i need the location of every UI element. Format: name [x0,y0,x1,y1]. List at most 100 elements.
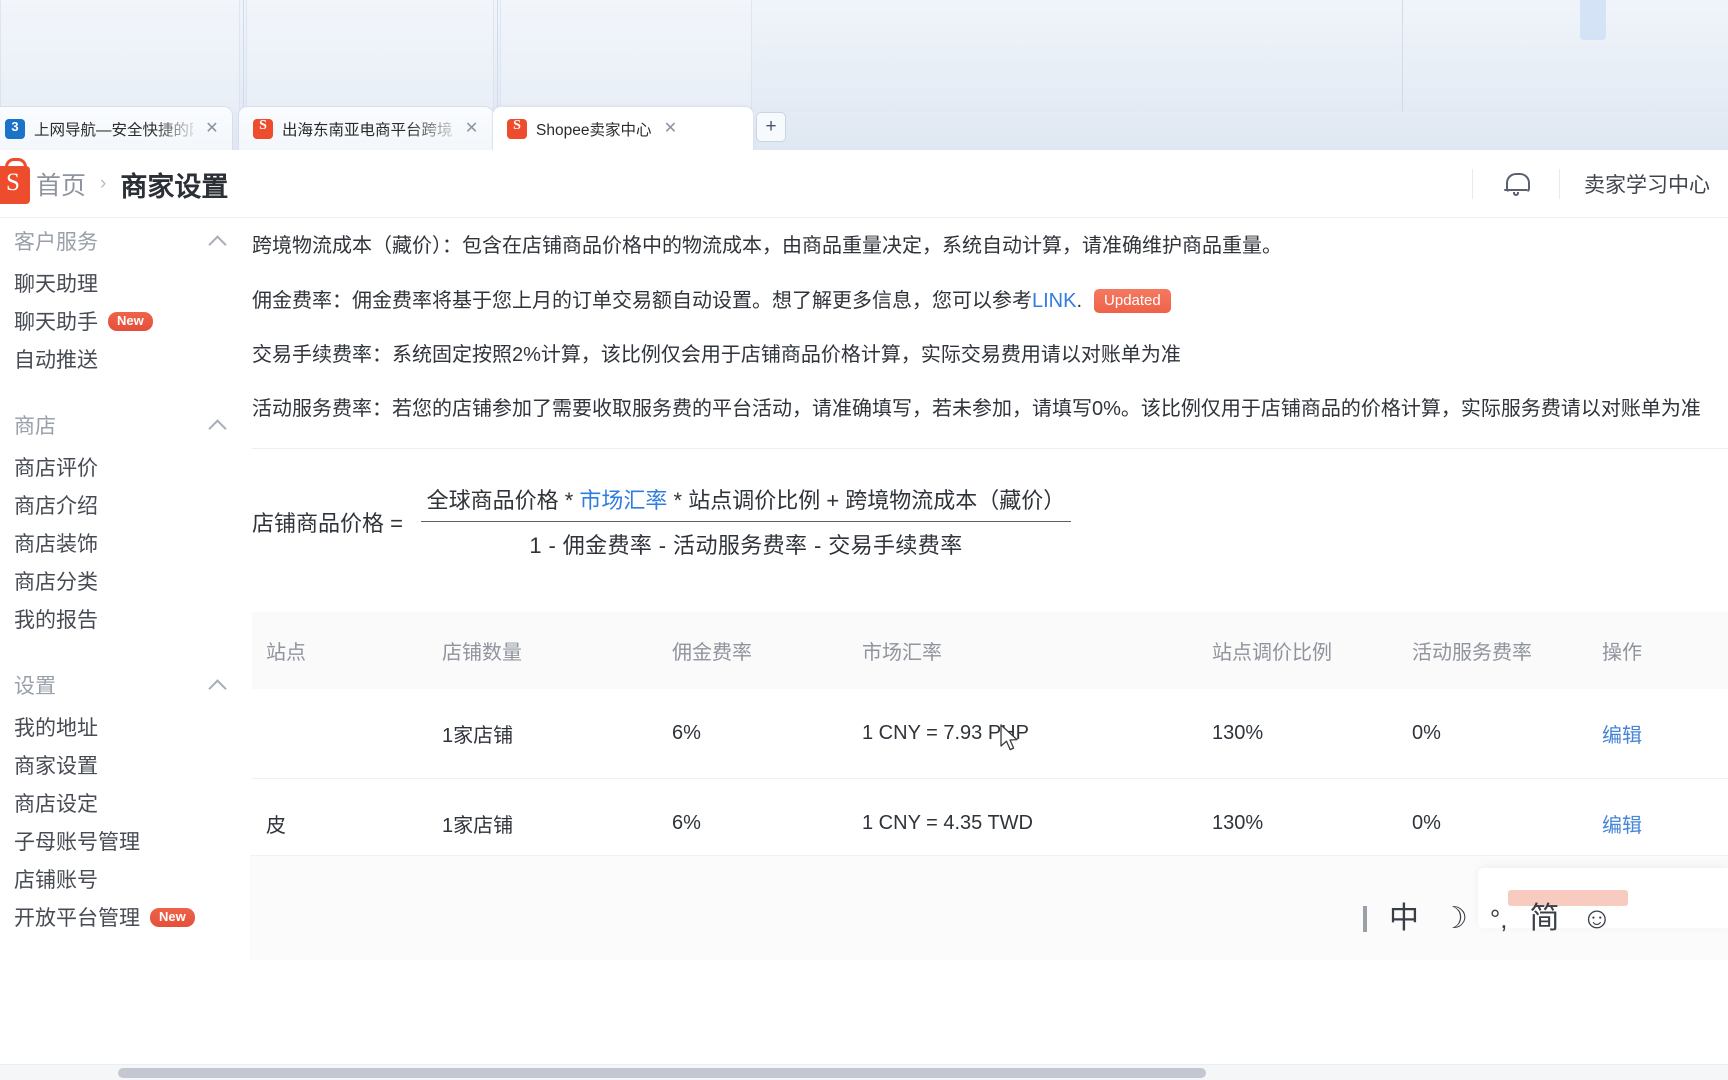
ime-punctuation-icon[interactable]: °, [1490,906,1508,932]
note-tail: . [1076,290,1083,312]
edit-link[interactable]: 编辑 [1602,815,1642,837]
formula-market-rate-link[interactable]: 市场汇率 [579,488,667,513]
rates-table-body: 1家店铺 6% 1 CNY = 7.93 PHP 130% 0% 编辑 皮 1家… [252,689,1728,869]
sidebar-item-label: 商店评价 [14,457,98,480]
sidebar-item-shop-account[interactable]: 店铺账号 [0,860,250,898]
formula-numerator-post: * 站点调价比例 + 跨境物流成本（藏价） [667,488,1066,513]
sidebar-group-settings[interactable]: 设置 [0,662,250,708]
note-activity-service-fee: 活动服务费率：若您的店铺参加了需要收取服务费的平台活动，请准确填写，若未参加，请… [250,395,1728,424]
breadcrumb: 首页 › 商家设置 [36,150,228,218]
chevron-up-icon[interactable] [210,417,226,433]
chrome-ghost-region-3 [500,0,752,112]
browser-chrome: 上网导航—安全快捷的网 ✕ 出海东南亚电商平台跨境 ✕ Shopee卖家中心 ✕… [0,0,1728,150]
new-tab-button[interactable]: + [756,112,786,142]
content-scroll-inner: 跨境物流成本（藏价）：包含在店铺商品价格中的物流成本，由商品重量决定，系统自动计… [250,218,1728,869]
table-row: 1家店铺 6% 1 CNY = 7.93 PHP 130% 0% 编辑 [252,689,1728,779]
sidebar-item-shop-settings[interactable]: 商店设定 [0,784,250,822]
sidebar-group-customer-service[interactable]: 客户服务 [0,218,250,264]
chrome-divider-1 [243,0,244,112]
col-header-exchange: 市场汇率 [862,612,1212,689]
price-formula: 店铺商品价格 = 全球商品价格 * 市场汇率 * 站点调价比例 + 跨境物流成本… [250,477,1728,566]
chrome-ghost-region-1 [0,0,240,112]
ime-drag-handle-icon[interactable] [1363,906,1367,932]
col-header-action: 操作 [1602,612,1728,689]
content-divider [252,448,1728,449]
sidebar-item-label: 聊天助理 [14,273,98,296]
col-header-site: 站点 [252,612,442,689]
sidebar-item-label: 商家设置 [14,755,98,778]
browser-tab-3-close-icon[interactable]: ✕ [660,119,680,139]
header-right-actions: 卖家学习中心 [1472,150,1728,218]
favicon-nav-icon [5,118,25,139]
sidebar-item-shop-intro[interactable]: 商店介绍 [0,486,250,524]
formula-left-side: 店铺商品价格 = [252,510,403,536]
notifications-button[interactable] [1473,150,1559,218]
sidebar-group-shop-label: 商店 [14,415,56,438]
sidebar-group-customer-service-label: 客户服务 [14,231,98,254]
col-header-site-adjust: 站点调价比例 [1212,612,1412,689]
bell-icon [1504,172,1530,196]
horizontal-scrollbar-thumb[interactable] [118,1068,1206,1078]
ime-language-mode-icon[interactable]: 中 [1389,904,1419,934]
sidebar-item-shop-rating[interactable]: 商店评价 [0,448,250,486]
shopee-logo-icon[interactable] [0,158,30,204]
app-header: 首页 › 商家设置 卖家学习中心 [0,150,1728,218]
chevron-up-icon[interactable] [210,677,226,693]
sidebar-item-label: 我的地址 [14,717,98,740]
ime-simplified-chinese-icon[interactable]: 简 [1530,904,1560,934]
sidebar-item-my-address[interactable]: 我的地址 [0,708,250,746]
sidebar-group-shop[interactable]: 商店 [0,402,250,448]
cell-shop-count: 1家店铺 [442,689,672,779]
sidebar-item-shop-decoration[interactable]: 商店装饰 [0,524,250,562]
sidebar-item-auto-push[interactable]: 自动推送 [0,340,250,378]
browser-tab-1-title: 上网导航—安全快捷的网 [34,121,193,139]
col-header-service-fee: 活动服务费率 [1412,612,1602,689]
sidebar-item-open-platform[interactable]: 开放平台管理 New [0,898,250,936]
ime-emoji-icon[interactable]: ☺ [1582,904,1613,934]
badge-new: New [108,311,153,331]
cell-site-adjust: 130% [1212,689,1412,779]
page-title: 商家设置 [120,171,229,202]
rates-table-wrapper: 站点 店铺数量 佣金费率 市场汇率 站点调价比例 活动服务费率 操作 1家店铺 … [250,612,1728,869]
rates-table: 站点 店铺数量 佣金费率 市场汇率 站点调价比例 活动服务费率 操作 1家店铺 … [252,612,1728,869]
chevron-up-icon[interactable] [210,233,226,249]
edit-link[interactable]: 编辑 [1602,725,1642,747]
sidebar-item-my-report[interactable]: 我的报告 [0,600,250,638]
sidebar-item-label: 商店设定 [14,793,98,816]
cell-service-fee: 0% [1412,689,1602,779]
breadcrumb-home-link[interactable]: 首页 [36,166,86,202]
ime-moon-icon[interactable]: ☽ [1441,904,1468,934]
chrome-ghost-region-2 [246,0,494,112]
horizontal-scrollbar[interactable] [0,1064,1728,1080]
formula-numerator-pre: 全球商品价格 * [426,488,580,513]
sidebar-item-label: 商店分类 [14,571,98,594]
ime-toolbar[interactable]: 中 ☽ °, 简 ☺ [1347,890,1628,948]
note-text: 活动服务费率：若您的店铺参加了需要收取服务费的平台活动，请准确填写，若未参加，请… [252,398,1701,420]
sidebar-item-label: 开放平台管理 [14,907,140,930]
cell-exchange: 1 CNY = 7.93 PHP [862,689,1212,779]
browser-tab-1[interactable]: 上网导航—安全快捷的网 ✕ [0,106,233,150]
note-text: 交易手续费率：系统固定按照2%计算，该比例仅会用于店铺商品价格计算，实际交易费用… [252,344,1181,366]
col-header-commission: 佣金费率 [672,612,862,689]
seller-learning-center-link[interactable]: 卖家学习中心 [1560,169,1728,199]
sidebar-item-subaccount-management[interactable]: 子母账号管理 [0,822,250,860]
browser-tab-2-close-icon[interactable]: ✕ [462,119,482,139]
sidebar-item-label: 商店装饰 [14,533,98,556]
browser-tab-3[interactable]: Shopee卖家中心 ✕ [492,106,754,150]
sidebar: 客户服务 聊天助理 聊天助手 New 自动推送 商店 商店评价 商店介绍 商店装… [0,218,250,960]
sidebar-item-merchant-settings[interactable]: 商家设置 [0,746,250,784]
formula-denominator: 1 - 佣金费率 - 活动服务费率 - 交易手续费率 [529,533,963,558]
sidebar-item-label: 店铺账号 [14,869,98,892]
note-link[interactable]: LINK [1032,290,1076,312]
sidebar-item-chat-assistant[interactable]: 聊天助理 [0,264,250,302]
browser-tab-2-title: 出海东南亚电商平台跨境 [282,121,453,139]
sidebar-item-chat-helper[interactable]: 聊天助手 New [0,302,250,340]
breadcrumb-separator-icon: › [100,173,107,194]
badge-updated: Updated [1094,289,1171,313]
note-transaction-fee: 交易手续费率：系统固定按照2%计算，该比例仅会用于店铺商品价格计算，实际交易费用… [250,341,1728,370]
sidebar-item-label: 我的报告 [14,609,98,632]
rates-table-head: 站点 店铺数量 佣金费率 市场汇率 站点调价比例 活动服务费率 操作 [252,612,1728,689]
browser-tab-2[interactable]: 出海东南亚电商平台跨境 ✕ [238,106,494,150]
sidebar-item-shop-category[interactable]: 商店分类 [0,562,250,600]
browser-tab-1-close-icon[interactable]: ✕ [202,119,222,139]
